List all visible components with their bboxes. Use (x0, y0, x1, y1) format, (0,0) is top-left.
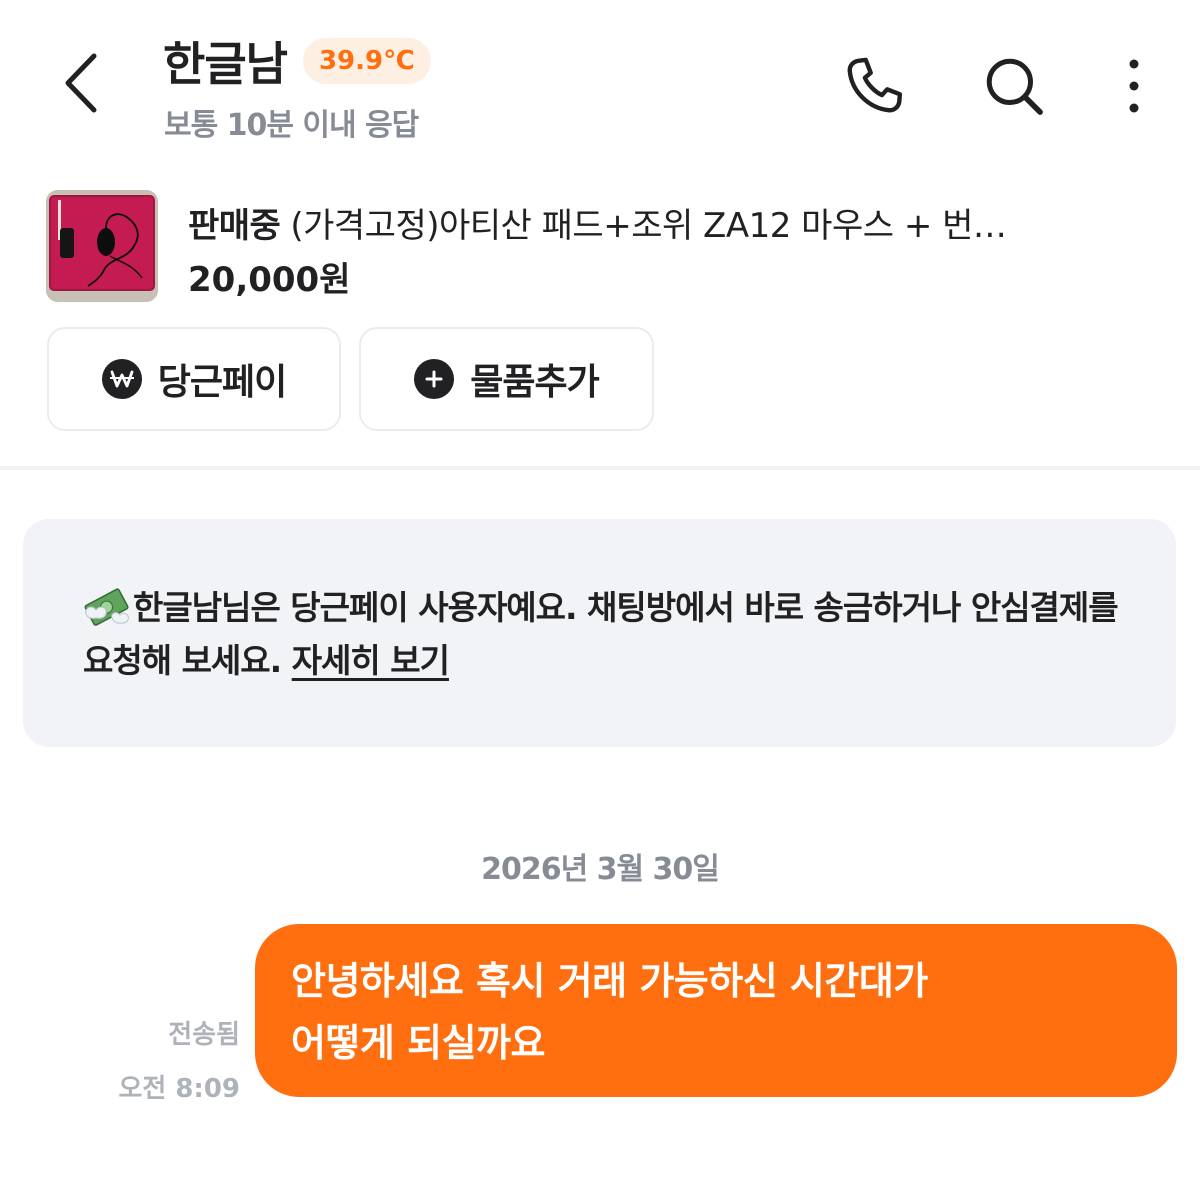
pay-info-message: 한글남님은 당근페이 사용자예요. 채팅방에서 바로 송금하거나 안심결제를 요… (83, 588, 1119, 680)
manner-temperature-badge: 39.9℃ (302, 38, 431, 84)
product-price: 20,000원 (188, 260, 351, 300)
product-thumbnail[interactable] (46, 190, 158, 302)
money-icon (84, 588, 129, 626)
won-icon (101, 359, 142, 399)
search-button[interactable] (974, 46, 1054, 126)
chat-header: 한글남 39.9℃ 보통 10분 이내 응답 (0, 0, 1200, 160)
product-title-text: (가격고정)아티산 패드+조위 ZA12 마우스 + 번… (290, 206, 1007, 246)
call-button[interactable] (834, 46, 914, 126)
message-line: 안녕하세요 혹시 거래 가능하신 시간대가 (291, 959, 928, 1003)
message-status: 전송됨 (168, 1020, 240, 1050)
more-vertical-icon (1129, 59, 1139, 113)
product-title: 판매중 (가격고정)아티산 패드+조위 ZA12 마우스 + 번… (188, 198, 1148, 247)
back-arrow-icon (65, 53, 97, 113)
sale-status: 판매중 (188, 206, 281, 246)
message-line: 어떻게 되실까요 (291, 1021, 545, 1065)
plus-icon (414, 359, 455, 399)
chat-date-separator: 2026년 3월 30일 (481, 852, 720, 887)
user-name[interactable]: 한글남 (163, 28, 288, 94)
danggeun-pay-button[interactable]: 당근페이 (47, 327, 341, 431)
details-link[interactable]: 자세히 보기 (292, 641, 450, 680)
phone-icon (847, 57, 903, 113)
add-item-button-label: 물품추가 (470, 362, 599, 403)
search-icon (986, 58, 1043, 115)
product-summary[interactable]: 판매중 (가격고정)아티산 패드+조위 ZA12 마우스 + 번… 20,000원 (46, 190, 1166, 302)
back-button[interactable] (52, 48, 108, 118)
pay-button-label: 당근페이 (157, 362, 287, 403)
pay-info-text: 한글남님은 당근페이 사용자예요. 채팅방에서 바로 송금하거나 안심결제를 요… (83, 581, 1143, 687)
response-time: 보통 10분 이내 응답 (164, 108, 419, 143)
section-divider (0, 466, 1200, 470)
add-item-button[interactable]: 물품추가 (359, 327, 654, 431)
pay-info-card: 한글남님은 당근페이 사용자예요. 채팅방에서 바로 송금하거나 안심결제를 요… (23, 519, 1176, 747)
message-meta: 전송됨 오전 8:09 (118, 1008, 240, 1116)
message-time: 오전 8:09 (118, 1074, 240, 1104)
more-button[interactable] (1094, 46, 1174, 126)
product-image (46, 190, 158, 302)
title-group: 한글남 39.9℃ (163, 28, 431, 94)
sent-message-bubble[interactable]: 안녕하세요 혹시 거래 가능하신 시간대가 어떻게 되실까요 (255, 924, 1177, 1097)
